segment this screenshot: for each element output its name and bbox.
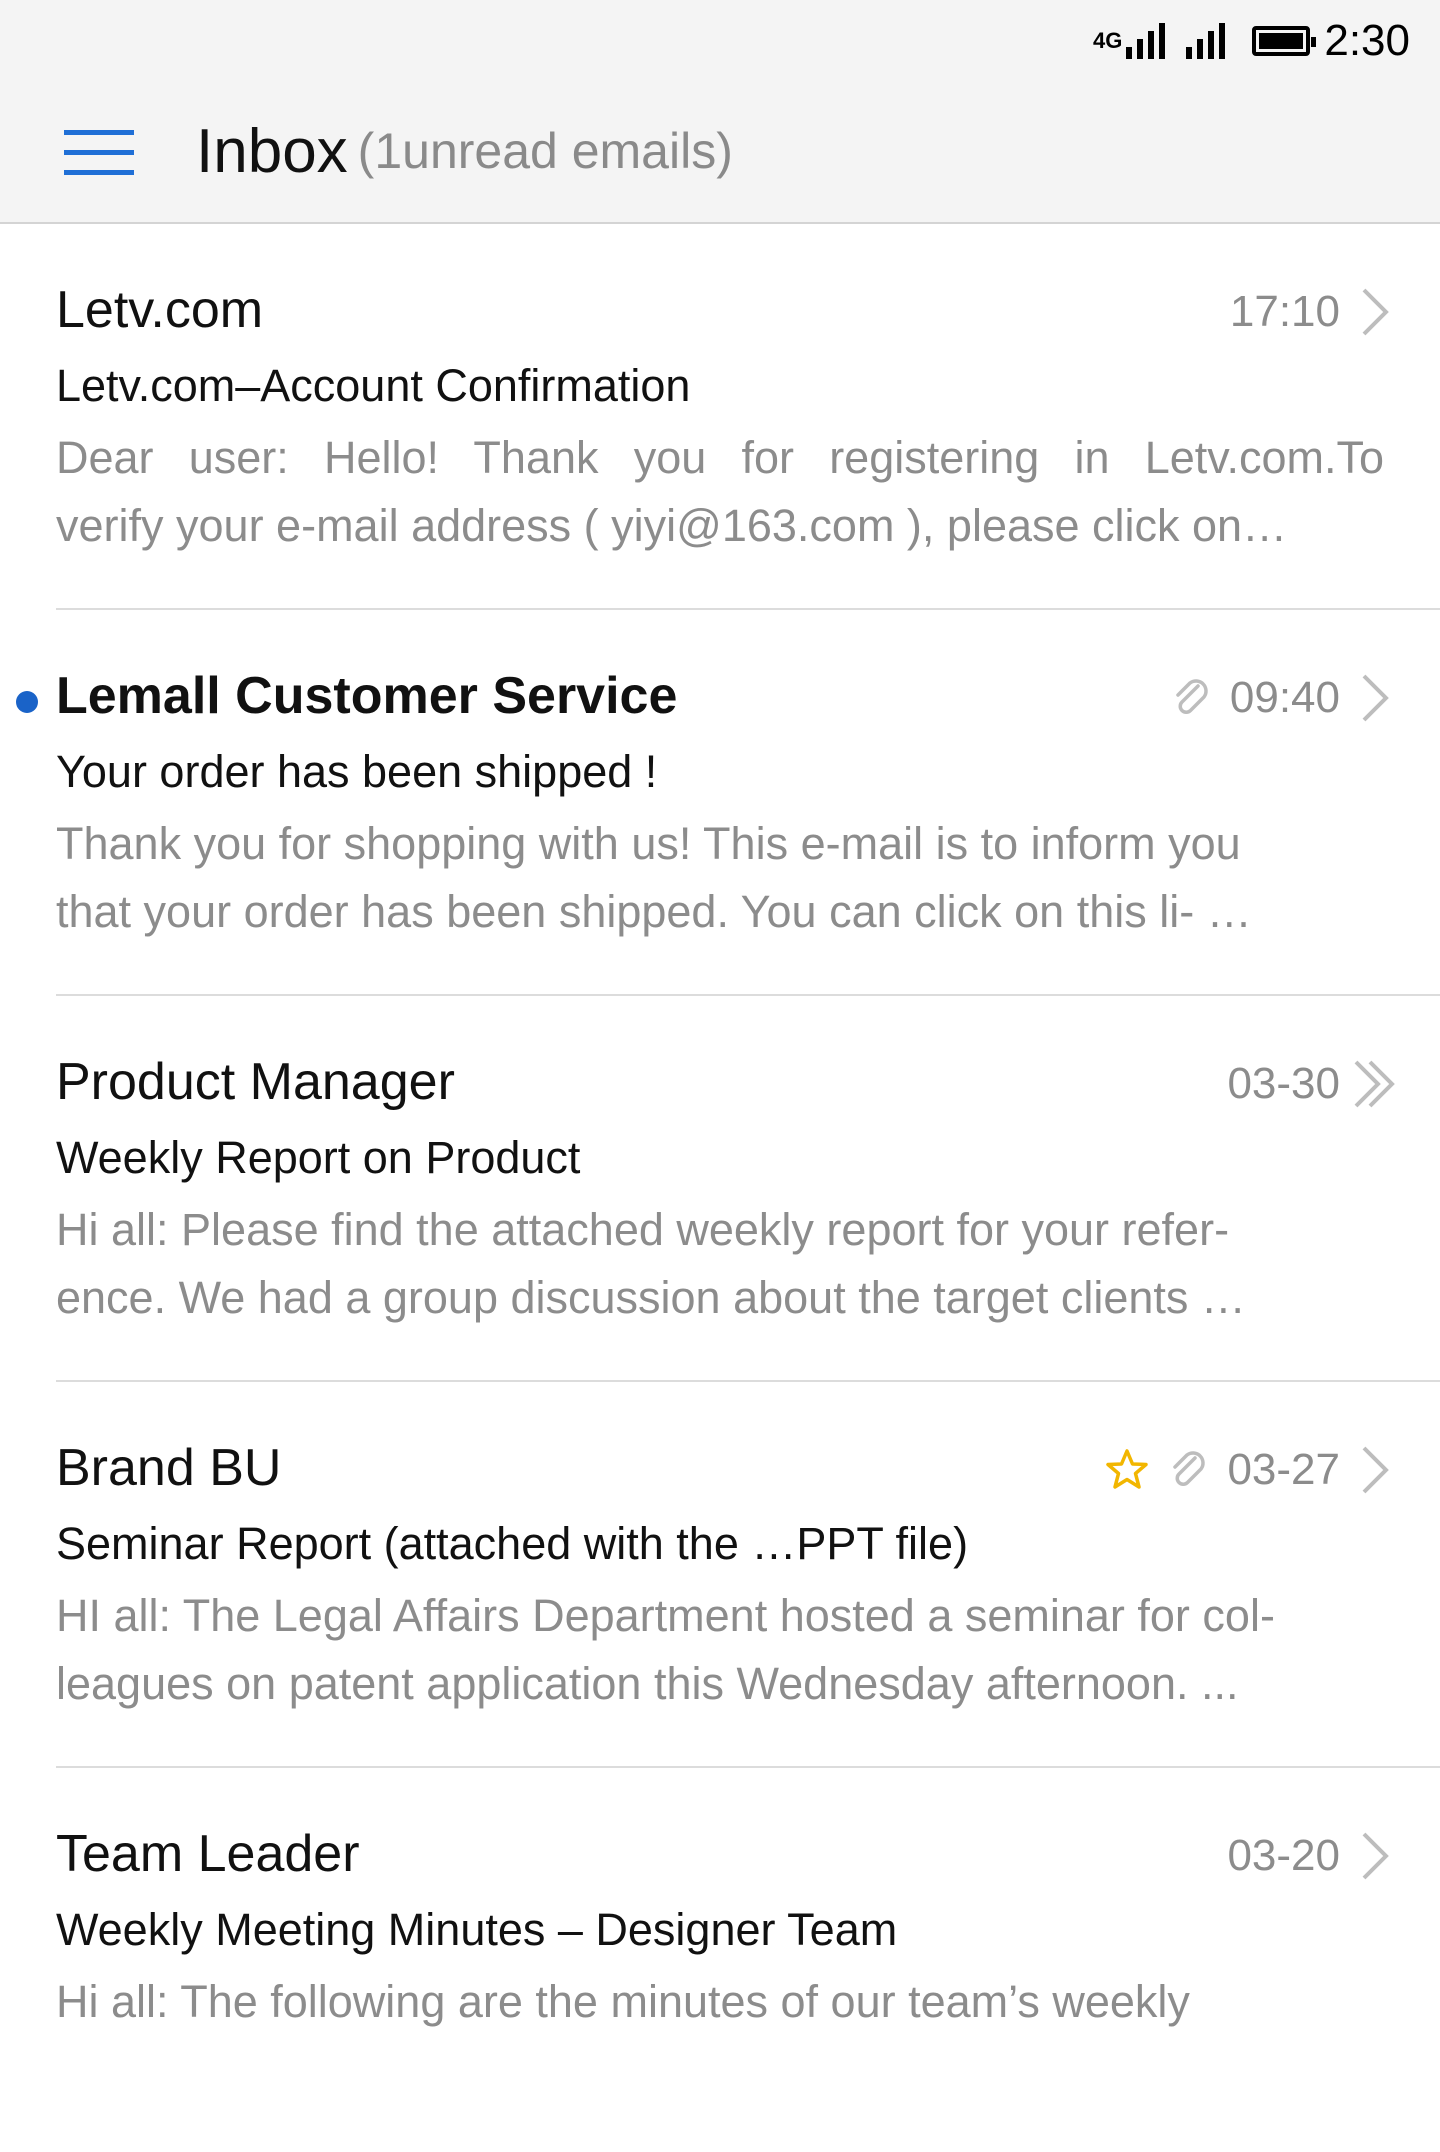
email-sender: Brand BU <box>56 1439 282 1497</box>
email-preview-line: Hi all: The following are the minutes of… <box>56 1976 1190 2027</box>
email-meta: 09:40 <box>1168 668 1396 728</box>
email-time: 17:10 <box>1229 287 1340 336</box>
email-sender: Letv.com <box>56 281 264 339</box>
app-header: Inbox (1unread emails) <box>0 82 1440 224</box>
email-meta: 03-30 <box>1227 1054 1396 1114</box>
email-subject: Weekly Report on Product <box>56 1132 581 1183</box>
unread-count: (1unread emails) <box>357 123 733 179</box>
chevron-right-icon <box>1362 674 1389 722</box>
email-meta: 17:10 <box>1230 282 1396 342</box>
menu-button[interactable] <box>54 108 144 198</box>
signal-strength-icon <box>1126 23 1170 59</box>
status-bar: 4G 2:30 <box>0 0 1440 82</box>
email-subject: Letv.com–Account Confirmation <box>56 360 691 411</box>
email-item-letv[interactable]: Letv.com 17:10 Letv.com–Account Confirma… <box>56 224 1440 610</box>
email-sender: Product Manager <box>56 1053 455 1111</box>
status-icons: 4G 2:30 <box>1093 16 1410 66</box>
inbox-title: Inbox <box>196 116 348 186</box>
chevron-right-icon <box>1362 1832 1389 1880</box>
status-time: 2:30 <box>1324 16 1410 65</box>
email-preview-line: verify your e-mail address ( yiyi@163.co… <box>56 500 1288 551</box>
email-preview-line: Dear user: Hello! Thank you for register… <box>56 432 1384 483</box>
chevron-right-icon <box>1362 1446 1389 1494</box>
email-item-team-leader[interactable]: Team Leader 03-20 Weekly Meeting Minutes… <box>56 1768 1440 2152</box>
email-list: Letv.com 17:10 Letv.com–Account Confirma… <box>0 224 1440 2152</box>
email-preview-line: HI all: The Legal Affairs Department hos… <box>56 1590 1275 1641</box>
email-preview: HI all: The Legal Affairs Department hos… <box>56 1582 1384 1718</box>
network-type: 4G <box>1093 28 1123 53</box>
email-meta: 03-27 <box>1103 1440 1396 1500</box>
email-preview-line: Thank you for shopping with us! This e-m… <box>56 818 1241 869</box>
email-preview: Hi all: Please find the attached weekly … <box>56 1196 1384 1332</box>
double-chevron-right-icon <box>1354 1060 1395 1108</box>
email-sender: Lemall Customer Service <box>56 667 678 725</box>
email-preview-line: leagues on patent application this Wedne… <box>56 1658 1239 1709</box>
page-title: Inbox (1unread emails) <box>196 106 733 196</box>
email-meta: 03-20 <box>1227 1826 1396 1886</box>
email-sender: Team Leader <box>56 1825 360 1883</box>
email-subject: Seminar Report (attached with the …PPT f… <box>56 1518 969 1569</box>
email-item-brand-bu[interactable]: Brand BU 03-27 Seminar Report (attached … <box>56 1382 1440 1768</box>
signal-strength-icon-2 <box>1186 23 1230 59</box>
email-time: 09:40 <box>1229 673 1340 722</box>
email-preview: Hi all: The following are the minutes of… <box>56 1968 1384 2036</box>
email-time: 03-27 <box>1227 1445 1340 1494</box>
paperclip-icon <box>1173 1451 1206 1486</box>
email-preview-line: that your order has been shipped. You ca… <box>56 886 1252 937</box>
email-subject: Your order has been shipped ! <box>56 746 658 797</box>
email-item-product-manager[interactable]: Product Manager 03-30 Weekly Report on P… <box>56 996 1440 1382</box>
email-preview: Dear user: Hello! Thank you for register… <box>56 424 1384 560</box>
email-preview-line: Hi all: Please find the attached weekly … <box>56 1204 1230 1255</box>
paperclip-icon <box>1176 679 1208 714</box>
email-item-lemall[interactable]: Lemall Customer Service 09:40 Your order… <box>16 610 1440 996</box>
unread-indicator-icon <box>16 691 38 713</box>
email-preview: Thank you for shopping with us! This e-m… <box>56 810 1384 946</box>
email-preview-line: ence. We had a group discussion about th… <box>56 1272 1246 1323</box>
email-time: 03-20 <box>1227 1831 1340 1880</box>
battery-icon <box>1252 26 1317 56</box>
chevron-right-icon <box>1362 288 1389 336</box>
star-icon[interactable] <box>1103 1446 1151 1494</box>
email-time: 03-30 <box>1227 1059 1340 1108</box>
menu-icon <box>64 130 134 135</box>
email-subject: Weekly Meeting Minutes – Designer Team <box>56 1904 898 1955</box>
